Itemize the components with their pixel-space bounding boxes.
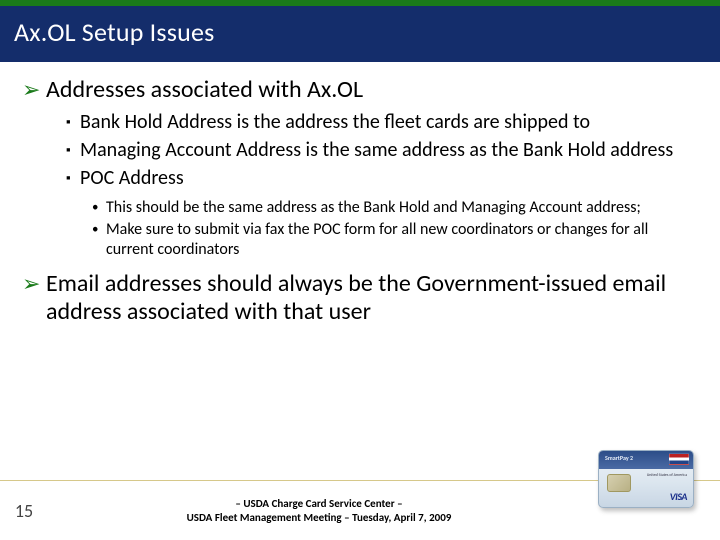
bullet-level3: • Make sure to submit via fax the POC fo… bbox=[92, 220, 698, 260]
card-network: VISA bbox=[670, 490, 687, 503]
dot-icon: • bbox=[92, 198, 106, 218]
square-icon: ▪ bbox=[66, 110, 80, 136]
arrow-icon: ➢ bbox=[22, 270, 42, 298]
bullet-text: This should be the same address as the B… bbox=[106, 198, 641, 218]
card-brand: SmartPay 2 bbox=[605, 454, 633, 462]
bullet-text: Email addresses should always be the Gov… bbox=[46, 270, 698, 326]
bullet-level2-list: ▪ Bank Hold Address is the address the f… bbox=[66, 110, 698, 192]
bullet-text: Bank Hold Address is the address the fle… bbox=[80, 110, 590, 135]
flag-icon bbox=[669, 453, 689, 465]
square-icon: ▪ bbox=[66, 138, 80, 164]
bullet-level2: ▪ Managing Account Address is the same a… bbox=[66, 138, 698, 164]
square-icon: ▪ bbox=[66, 166, 80, 192]
slide-header: Ax.OL Setup Issues bbox=[0, 0, 720, 62]
dot-icon: • bbox=[92, 220, 106, 240]
slide-content: ➢ Addresses associated with Ax.OL ▪ Bank… bbox=[0, 62, 720, 480]
card-microtext: United States of America bbox=[647, 473, 687, 478]
footer-text: – USDA Charge Card Service Center – USDA… bbox=[48, 497, 590, 525]
chip-icon bbox=[607, 474, 631, 492]
bullet-text: Managing Account Address is the same add… bbox=[80, 138, 673, 163]
bullet-level2: ▪ Bank Hold Address is the address the f… bbox=[66, 110, 698, 136]
arrow-icon: ➢ bbox=[22, 76, 42, 104]
footer-line2: USDA Fleet Management Meeting – Tuesday,… bbox=[48, 511, 590, 525]
bullet-text: Make sure to submit via fax the POC form… bbox=[106, 220, 698, 260]
bullet-text: Addresses associated with Ax.OL bbox=[46, 76, 363, 104]
bullet-level1: ➢ Email addresses should always be the G… bbox=[22, 270, 698, 326]
bullet-level3-list: • This should be the same address as the… bbox=[92, 198, 698, 260]
page-number: 15 bbox=[0, 500, 48, 522]
slide-title: Ax.OL Setup Issues bbox=[14, 16, 706, 48]
card-image: SmartPay 2 United States of America VISA bbox=[598, 450, 694, 508]
bullet-level2: ▪ POC Address bbox=[66, 166, 698, 192]
bullet-level3: • This should be the same address as the… bbox=[92, 198, 698, 218]
footer-line1: – USDA Charge Card Service Center – bbox=[48, 497, 590, 511]
bullet-level1: ➢ Addresses associated with Ax.OL bbox=[22, 76, 698, 104]
bullet-text: POC Address bbox=[80, 166, 184, 191]
